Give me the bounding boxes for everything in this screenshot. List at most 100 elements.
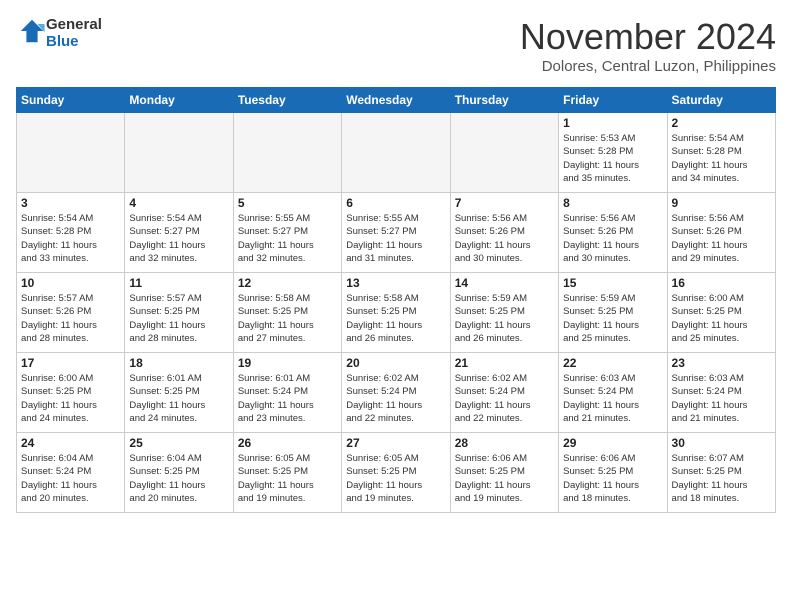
day-info: Sunrise: 6:05 AM Sunset: 5:25 PM Dayligh…: [346, 452, 445, 505]
day-info: Sunrise: 6:06 AM Sunset: 5:25 PM Dayligh…: [455, 452, 554, 505]
calendar-cell: 17 Sunrise: 6:00 AM Sunset: 5:25 PM Dayli…: [17, 353, 125, 433]
day-number: 1: [563, 116, 662, 130]
day-number: 14: [455, 276, 554, 290]
day-info: Sunrise: 6:07 AM Sunset: 5:25 PM Dayligh…: [672, 452, 771, 505]
day-info: Sunrise: 5:57 AM Sunset: 5:26 PM Dayligh…: [21, 292, 120, 345]
calendar-cell: 10 Sunrise: 5:57 AM Sunset: 5:26 PM Dayli…: [17, 273, 125, 353]
day-info: Sunrise: 6:00 AM Sunset: 5:25 PM Dayligh…: [21, 372, 120, 425]
day-info: Sunrise: 5:53 AM Sunset: 5:28 PM Dayligh…: [563, 132, 662, 185]
calendar-cell: 25 Sunrise: 6:04 AM Sunset: 5:25 PM Dayli…: [125, 433, 233, 513]
day-info: Sunrise: 5:59 AM Sunset: 5:25 PM Dayligh…: [563, 292, 662, 345]
day-number: 7: [455, 196, 554, 210]
logo-line1: General: [46, 16, 102, 33]
day-number: 10: [21, 276, 120, 290]
calendar-table: SundayMondayTuesdayWednesdayThursdayFrid…: [16, 87, 776, 513]
day-number: 30: [672, 436, 771, 450]
calendar-cell: 13Sunrise: 5:58 AM Sunset: 5:25 PM Dayli…: [342, 273, 450, 353]
calendar-cell: 11 Sunrise: 5:57 AM Sunset: 5:25 PM Dayli…: [125, 273, 233, 353]
location: Dolores, Central Luzon, Philippines: [520, 58, 776, 75]
calendar-week-5: 24 Sunrise: 6:04 AM Sunset: 5:24 PM Dayli…: [17, 433, 776, 513]
day-number: 24: [21, 436, 120, 450]
calendar-cell: 7 Sunrise: 5:56 AM Sunset: 5:26 PM Daylig…: [450, 193, 558, 273]
day-number: 2: [672, 116, 771, 130]
col-header-friday: Friday: [559, 88, 667, 113]
day-info: Sunrise: 5:55 AM Sunset: 5:27 PM Dayligh…: [346, 212, 445, 265]
day-number: 12: [238, 276, 337, 290]
calendar-cell: [342, 113, 450, 193]
calendar-cell: 4 Sunrise: 5:54 AM Sunset: 5:27 PM Daylig…: [125, 193, 233, 273]
day-info: Sunrise: 5:59 AM Sunset: 5:25 PM Dayligh…: [455, 292, 554, 345]
day-info: Sunrise: 5:56 AM Sunset: 5:26 PM Dayligh…: [455, 212, 554, 265]
day-number: 11: [129, 276, 228, 290]
calendar-cell: 16Sunrise: 6:00 AM Sunset: 5:25 PM Dayli…: [667, 273, 775, 353]
calendar-cell: 26 Sunrise: 6:05 AM Sunset: 5:25 PM Dayli…: [233, 433, 341, 513]
col-header-monday: Monday: [125, 88, 233, 113]
day-number: 15: [563, 276, 662, 290]
calendar-cell: 23 Sunrise: 6:03 AM Sunset: 5:24 PM Dayli…: [667, 353, 775, 433]
day-info: Sunrise: 5:54 AM Sunset: 5:27 PM Dayligh…: [129, 212, 228, 265]
calendar-cell: 2 Sunrise: 5:54 AM Sunset: 5:28 PM Daylig…: [667, 113, 775, 193]
day-number: 13: [346, 276, 445, 290]
calendar-cell: 29 Sunrise: 6:06 AM Sunset: 5:25 PM Dayli…: [559, 433, 667, 513]
col-header-tuesday: Tuesday: [233, 88, 341, 113]
calendar-cell: 3 Sunrise: 5:54 AM Sunset: 5:28 PM Daylig…: [17, 193, 125, 273]
calendar-cell: 15 Sunrise: 5:59 AM Sunset: 5:25 PM Dayli…: [559, 273, 667, 353]
calendar-week-2: 3 Sunrise: 5:54 AM Sunset: 5:28 PM Daylig…: [17, 193, 776, 273]
day-number: 25: [129, 436, 228, 450]
day-number: 3: [21, 196, 120, 210]
day-info: Sunrise: 6:01 AM Sunset: 5:25 PM Dayligh…: [129, 372, 228, 425]
day-number: 9: [672, 196, 771, 210]
calendar-cell: 1 Sunrise: 5:53 AM Sunset: 5:28 PM Daylig…: [559, 113, 667, 193]
calendar-header-row: SundayMondayTuesdayWednesdayThursdayFrid…: [17, 88, 776, 113]
calendar-week-3: 10 Sunrise: 5:57 AM Sunset: 5:26 PM Dayli…: [17, 273, 776, 353]
calendar-cell: 8 Sunrise: 5:56 AM Sunset: 5:26 PM Daylig…: [559, 193, 667, 273]
day-info: Sunrise: 6:04 AM Sunset: 5:24 PM Dayligh…: [21, 452, 120, 505]
day-info: Sunrise: 6:03 AM Sunset: 5:24 PM Dayligh…: [672, 372, 771, 425]
title-block: November 2024 Dolores, Central Luzon, Ph…: [520, 16, 776, 75]
col-header-thursday: Thursday: [450, 88, 558, 113]
day-info: Sunrise: 5:56 AM Sunset: 5:26 PM Dayligh…: [563, 212, 662, 265]
day-info: Sunrise: 5:56 AM Sunset: 5:26 PM Dayligh…: [672, 212, 771, 265]
day-info: Sunrise: 5:54 AM Sunset: 5:28 PM Dayligh…: [21, 212, 120, 265]
day-number: 17: [21, 356, 120, 370]
calendar-cell: [17, 113, 125, 193]
calendar-cell: 24 Sunrise: 6:04 AM Sunset: 5:24 PM Dayli…: [17, 433, 125, 513]
day-info: Sunrise: 6:05 AM Sunset: 5:25 PM Dayligh…: [238, 452, 337, 505]
logo: General Blue: [16, 16, 102, 50]
day-number: 4: [129, 196, 228, 210]
day-number: 26: [238, 436, 337, 450]
day-number: 19: [238, 356, 337, 370]
day-info: Sunrise: 6:01 AM Sunset: 5:24 PM Dayligh…: [238, 372, 337, 425]
day-number: 20: [346, 356, 445, 370]
calendar-cell: 6 Sunrise: 5:55 AM Sunset: 5:27 PM Daylig…: [342, 193, 450, 273]
day-info: Sunrise: 6:02 AM Sunset: 5:24 PM Dayligh…: [346, 372, 445, 425]
day-number: 6: [346, 196, 445, 210]
calendar-week-1: 1 Sunrise: 5:53 AM Sunset: 5:28 PM Daylig…: [17, 113, 776, 193]
day-info: Sunrise: 6:03 AM Sunset: 5:24 PM Dayligh…: [563, 372, 662, 425]
calendar-cell: [450, 113, 558, 193]
calendar-cell: 18 Sunrise: 6:01 AM Sunset: 5:25 PM Dayli…: [125, 353, 233, 433]
day-number: 29: [563, 436, 662, 450]
day-info: Sunrise: 5:57 AM Sunset: 5:25 PM Dayligh…: [129, 292, 228, 345]
calendar-cell: 22 Sunrise: 6:03 AM Sunset: 5:24 PM Dayli…: [559, 353, 667, 433]
day-info: Sunrise: 5:54 AM Sunset: 5:28 PM Dayligh…: [672, 132, 771, 185]
day-number: 18: [129, 356, 228, 370]
calendar-cell: [233, 113, 341, 193]
logo-icon: [18, 17, 46, 45]
calendar-cell: 27Sunrise: 6:05 AM Sunset: 5:25 PM Dayli…: [342, 433, 450, 513]
day-number: 8: [563, 196, 662, 210]
calendar-week-4: 17 Sunrise: 6:00 AM Sunset: 5:25 PM Dayli…: [17, 353, 776, 433]
day-number: 28: [455, 436, 554, 450]
day-number: 5: [238, 196, 337, 210]
calendar-cell: [125, 113, 233, 193]
calendar-cell: 19 Sunrise: 6:01 AM Sunset: 5:24 PM Dayli…: [233, 353, 341, 433]
day-info: Sunrise: 5:58 AM Sunset: 5:25 PM Dayligh…: [238, 292, 337, 345]
day-number: 16: [672, 276, 771, 290]
calendar-cell: 30 Sunrise: 6:07 AM Sunset: 5:25 PM Dayli…: [667, 433, 775, 513]
day-info: Sunrise: 6:04 AM Sunset: 5:25 PM Dayligh…: [129, 452, 228, 505]
day-number: 22: [563, 356, 662, 370]
day-info: Sunrise: 6:06 AM Sunset: 5:25 PM Dayligh…: [563, 452, 662, 505]
calendar-cell: 20 Sunrise: 6:02 AM Sunset: 5:24 PM Dayli…: [342, 353, 450, 433]
day-number: 23: [672, 356, 771, 370]
calendar-cell: 21Sunrise: 6:02 AM Sunset: 5:24 PM Dayli…: [450, 353, 558, 433]
